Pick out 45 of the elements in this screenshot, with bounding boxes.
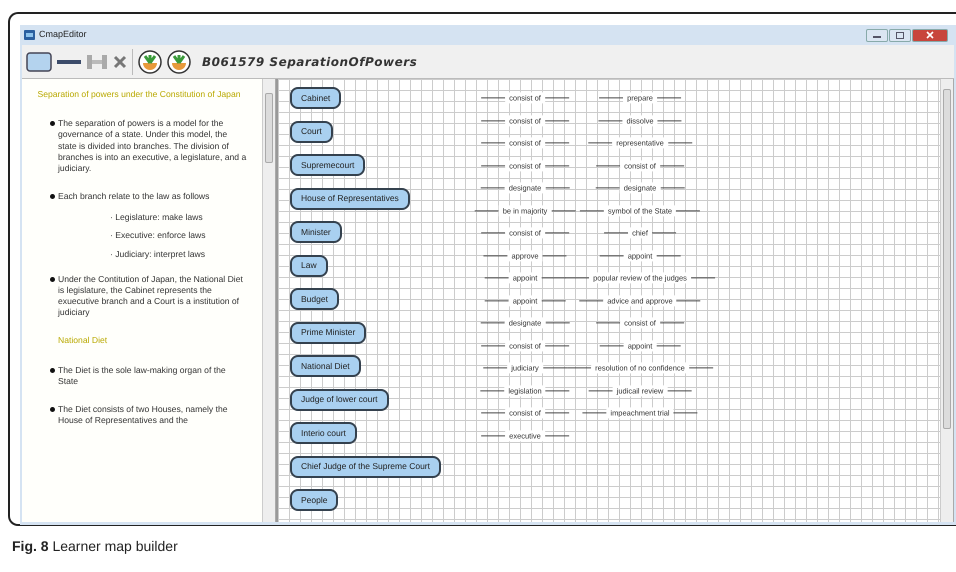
plant-icon[interactable]	[138, 50, 162, 74]
list-item: The separation of powers is a model for the governance of a state. Under this model, the state is divided into branches. The division of branches is into an executive, a legislature, and a judiciary.	[58, 118, 248, 174]
list-item: The Diet consists of two Houses, namely the House of Representatives and the	[58, 404, 229, 426]
bullet-icon	[50, 121, 55, 126]
concept-node[interactable]: Court	[290, 120, 333, 142]
bullet-icon	[50, 406, 55, 412]
concept-node[interactable]: Supremecourt	[290, 154, 366, 176]
concept-node[interactable]: National Diet	[290, 355, 361, 377]
maximize-icon	[896, 32, 904, 38]
concept-node[interactable]: Minister	[290, 221, 342, 243]
bullet-icon	[50, 368, 55, 373]
bullet-icon	[50, 276, 55, 282]
concept-node[interactable]: Prime Minister	[290, 322, 366, 344]
concept-tool-icon[interactable]	[26, 52, 52, 72]
scrollbar[interactable]	[262, 79, 276, 522]
minimize-button[interactable]	[866, 28, 888, 42]
section-heading: National Diet	[58, 335, 108, 347]
delete-icon[interactable]	[113, 54, 127, 68]
plant-icon[interactable]	[167, 50, 191, 74]
figure-caption: Fig. 8 Learner map builder	[12, 537, 178, 556]
map-canvas[interactable]	[276, 79, 940, 522]
scrollbar[interactable]	[940, 79, 954, 522]
line-tool-icon[interactable]	[57, 58, 81, 64]
concept-node[interactable]: Judge of lower court	[290, 388, 389, 410]
window-title: CmapEditor	[39, 28, 87, 42]
list-item: · Executive: enforce laws	[110, 230, 207, 242]
concept-node[interactable]: People	[290, 489, 338, 511]
list-item: The Diet is the sole law-making organ of the State	[58, 364, 227, 387]
list-item: Each branch relate to the law as follows	[58, 191, 210, 202]
concept-node[interactable]: Cabinet	[290, 87, 342, 109]
concept-node[interactable]: Chief Judge of the Supreme Court	[290, 456, 441, 478]
concept-node[interactable]: House of Representatives	[290, 188, 410, 210]
bullet-icon	[50, 194, 55, 200]
concept-node[interactable]: Law	[290, 254, 328, 276]
close-icon	[926, 31, 934, 39]
section-heading: Separation of powers under the Constitution of Japan	[36, 89, 242, 100]
list-item: · Legislature: make laws	[110, 212, 204, 224]
concept-node[interactable]: Budget	[290, 288, 339, 310]
close-button[interactable]	[912, 28, 948, 42]
maximize-button[interactable]	[889, 28, 911, 42]
map-title: B061579 SeparationOfPowers	[202, 54, 418, 70]
concept-node[interactable]: Interio court	[290, 422, 357, 444]
list-item: Under the Contitution of Japan, the National Diet is legislature, the Cabinet represents the exuecutive branch and a Court is a institution of judiciary	[58, 274, 244, 318]
list-item: · Judiciary: interpret laws	[110, 248, 206, 260]
app-icon	[24, 30, 35, 40]
